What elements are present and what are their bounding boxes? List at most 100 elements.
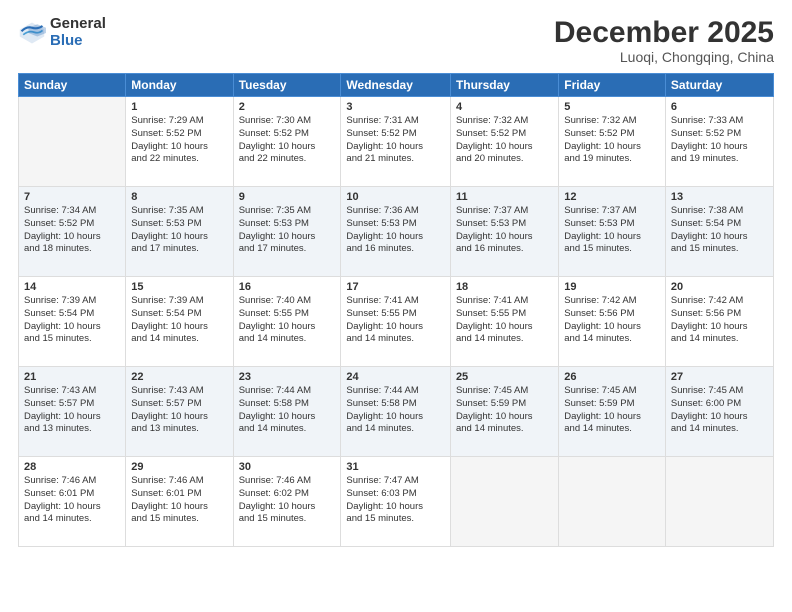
day-info: Sunrise: 7:33 AM Sunset: 5:52 PM Dayligh… [671, 115, 768, 166]
table-row: 20 Sunrise: 7:42 AM Sunset: 5:56 PM Dayli… [665, 277, 773, 367]
table-row: 5 Sunrise: 7:32 AM Sunset: 5:52 PM Daylig… [559, 97, 666, 187]
table-row: 22Sunrise: 7:43 AM Sunset: 5:57 PM Dayli… [126, 367, 233, 457]
table-row: 17 Sunrise: 7:41 AM Sunset: 5:55 PM Dayli… [341, 277, 451, 367]
day-number: 8 [131, 191, 227, 203]
header-sunday: Sunday [19, 74, 126, 97]
table-row: 2 Sunrise: 7:30 AM Sunset: 5:52 PM Daylig… [233, 97, 341, 187]
day-number: 30 [239, 461, 336, 473]
day-info: Sunrise: 7:39 AM Sunset: 5:54 PM Dayligh… [24, 295, 120, 346]
table-row: 21 Sunrise: 7:43 AM Sunset: 5:57 PM Dayli… [19, 367, 126, 457]
day-number: 20 [671, 281, 768, 293]
day-number: 17 [346, 281, 445, 293]
day-info: Sunrise: 7:30 AM Sunset: 5:52 PM Dayligh… [239, 115, 336, 166]
table-row [19, 97, 126, 187]
table-row: 26 Sunrise: 7:45 AM Sunset: 5:59 PM Dayli… [559, 367, 666, 457]
day-number: 18 [456, 281, 553, 293]
calendar-header-row: Sunday Monday Tuesday Wednesday Thursday… [19, 74, 774, 97]
table-row: 6Sunrise: 7:33 AM Sunset: 5:52 PM Daylig… [665, 97, 773, 187]
table-row: 29 Sunrise: 7:46 AM Sunset: 6:01 PM Dayli… [126, 457, 233, 547]
logo-general-text: General [50, 16, 106, 33]
header-monday: Monday [126, 74, 233, 97]
table-row [450, 457, 558, 547]
day-info: Sunrise: 7:47 AM Sunset: 6:03 PM Dayligh… [346, 475, 445, 526]
calendar-week-1: 1Sunrise: 7:29 AM Sunset: 5:52 PM Daylig… [19, 97, 774, 187]
calendar-week-4: 21 Sunrise: 7:43 AM Sunset: 5:57 PM Dayli… [19, 367, 774, 457]
header-thursday: Thursday [450, 74, 558, 97]
day-info: Sunrise: 7:46 AM Sunset: 6:02 PM Dayligh… [239, 475, 336, 526]
day-number: 9 [239, 191, 336, 203]
table-row: 7 Sunrise: 7:34 AM Sunset: 5:52 PM Daylig… [19, 187, 126, 277]
table-row: 9 Sunrise: 7:35 AM Sunset: 5:53 PM Daylig… [233, 187, 341, 277]
table-row: 23Sunrise: 7:44 AM Sunset: 5:58 PM Dayli… [233, 367, 341, 457]
day-number: 31 [346, 461, 445, 473]
day-info: Sunrise: 7:41 AM Sunset: 5:55 PM Dayligh… [456, 295, 553, 346]
day-info: Sunrise: 7:37 AM Sunset: 5:53 PM Dayligh… [456, 205, 553, 256]
day-number: 2 [239, 101, 336, 113]
table-row: 31 Sunrise: 7:47 AM Sunset: 6:03 PM Dayli… [341, 457, 451, 547]
day-info: Sunrise: 7:43 AM Sunset: 5:57 PM Dayligh… [24, 385, 120, 436]
table-row: 10 Sunrise: 7:36 AM Sunset: 5:53 PM Dayli… [341, 187, 451, 277]
day-number: 5 [564, 101, 660, 113]
day-info: Sunrise: 7:42 AM Sunset: 5:56 PM Dayligh… [671, 295, 768, 346]
table-row [665, 457, 773, 547]
page: General Blue December 2025 Luoqi, Chongq… [0, 0, 792, 612]
table-row: 28 Sunrise: 7:46 AM Sunset: 6:01 PM Dayli… [19, 457, 126, 547]
title-block: December 2025 Luoqi, Chongqing, China [554, 16, 774, 65]
day-number: 29 [131, 461, 227, 473]
day-info: Sunrise: 7:32 AM Sunset: 5:52 PM Dayligh… [564, 115, 660, 166]
logo-blue-text: Blue [50, 33, 106, 50]
day-number: 10 [346, 191, 445, 203]
calendar-week-3: 14Sunrise: 7:39 AM Sunset: 5:54 PM Dayli… [19, 277, 774, 367]
day-number: 26 [564, 371, 660, 383]
day-number: 24 [346, 371, 445, 383]
day-info: Sunrise: 7:45 AM Sunset: 5:59 PM Dayligh… [564, 385, 660, 436]
day-number: 21 [24, 371, 120, 383]
day-number: 13 [671, 191, 768, 203]
day-info: Sunrise: 7:45 AM Sunset: 6:00 PM Dayligh… [671, 385, 768, 436]
header: General Blue December 2025 Luoqi, Chongq… [18, 16, 774, 65]
day-number: 7 [24, 191, 120, 203]
table-row: 19Sunrise: 7:42 AM Sunset: 5:56 PM Dayli… [559, 277, 666, 367]
day-number: 19 [564, 281, 660, 293]
day-info: Sunrise: 7:34 AM Sunset: 5:52 PM Dayligh… [24, 205, 120, 256]
day-info: Sunrise: 7:38 AM Sunset: 5:54 PM Dayligh… [671, 205, 768, 256]
logo: General Blue [18, 16, 106, 49]
day-number: 23 [239, 371, 336, 383]
day-number: 3 [346, 101, 445, 113]
day-number: 25 [456, 371, 553, 383]
day-number: 28 [24, 461, 120, 473]
day-info: Sunrise: 7:36 AM Sunset: 5:53 PM Dayligh… [346, 205, 445, 256]
day-info: Sunrise: 7:40 AM Sunset: 5:55 PM Dayligh… [239, 295, 336, 346]
table-row: 24 Sunrise: 7:44 AM Sunset: 5:58 PM Dayli… [341, 367, 451, 457]
day-info: Sunrise: 7:41 AM Sunset: 5:55 PM Dayligh… [346, 295, 445, 346]
day-info: Sunrise: 7:35 AM Sunset: 5:53 PM Dayligh… [239, 205, 336, 256]
calendar-week-2: 7 Sunrise: 7:34 AM Sunset: 5:52 PM Daylig… [19, 187, 774, 277]
day-info: Sunrise: 7:46 AM Sunset: 6:01 PM Dayligh… [24, 475, 120, 526]
table-row: 1Sunrise: 7:29 AM Sunset: 5:52 PM Daylig… [126, 97, 233, 187]
day-info: Sunrise: 7:44 AM Sunset: 5:58 PM Dayligh… [346, 385, 445, 436]
day-number: 15 [131, 281, 227, 293]
table-row: 15 Sunrise: 7:39 AM Sunset: 5:54 PM Dayli… [126, 277, 233, 367]
table-row: 12 Sunrise: 7:37 AM Sunset: 5:53 PM Dayli… [559, 187, 666, 277]
header-saturday: Saturday [665, 74, 773, 97]
day-number: 12 [564, 191, 660, 203]
main-title: December 2025 [554, 16, 774, 49]
table-row: 27Sunrise: 7:45 AM Sunset: 6:00 PM Dayli… [665, 367, 773, 457]
header-tuesday: Tuesday [233, 74, 341, 97]
table-row: 30 Sunrise: 7:46 AM Sunset: 6:02 PM Dayli… [233, 457, 341, 547]
day-info: Sunrise: 7:31 AM Sunset: 5:52 PM Dayligh… [346, 115, 445, 166]
calendar-table: Sunday Monday Tuesday Wednesday Thursday… [18, 73, 774, 547]
day-info: Sunrise: 7:32 AM Sunset: 5:52 PM Dayligh… [456, 115, 553, 166]
logo-text: General Blue [50, 16, 106, 49]
header-friday: Friday [559, 74, 666, 97]
day-info: Sunrise: 7:39 AM Sunset: 5:54 PM Dayligh… [131, 295, 227, 346]
table-row: 14Sunrise: 7:39 AM Sunset: 5:54 PM Dayli… [19, 277, 126, 367]
day-number: 4 [456, 101, 553, 113]
header-wednesday: Wednesday [341, 74, 451, 97]
day-info: Sunrise: 7:46 AM Sunset: 6:01 PM Dayligh… [131, 475, 227, 526]
day-info: Sunrise: 7:29 AM Sunset: 5:52 PM Dayligh… [131, 115, 227, 166]
table-row: 8Sunrise: 7:35 AM Sunset: 5:53 PM Daylig… [126, 187, 233, 277]
table-row: 18 Sunrise: 7:41 AM Sunset: 5:55 PM Dayli… [450, 277, 558, 367]
day-info: Sunrise: 7:37 AM Sunset: 5:53 PM Dayligh… [564, 205, 660, 256]
table-row: 25Sunrise: 7:45 AM Sunset: 5:59 PM Dayli… [450, 367, 558, 457]
